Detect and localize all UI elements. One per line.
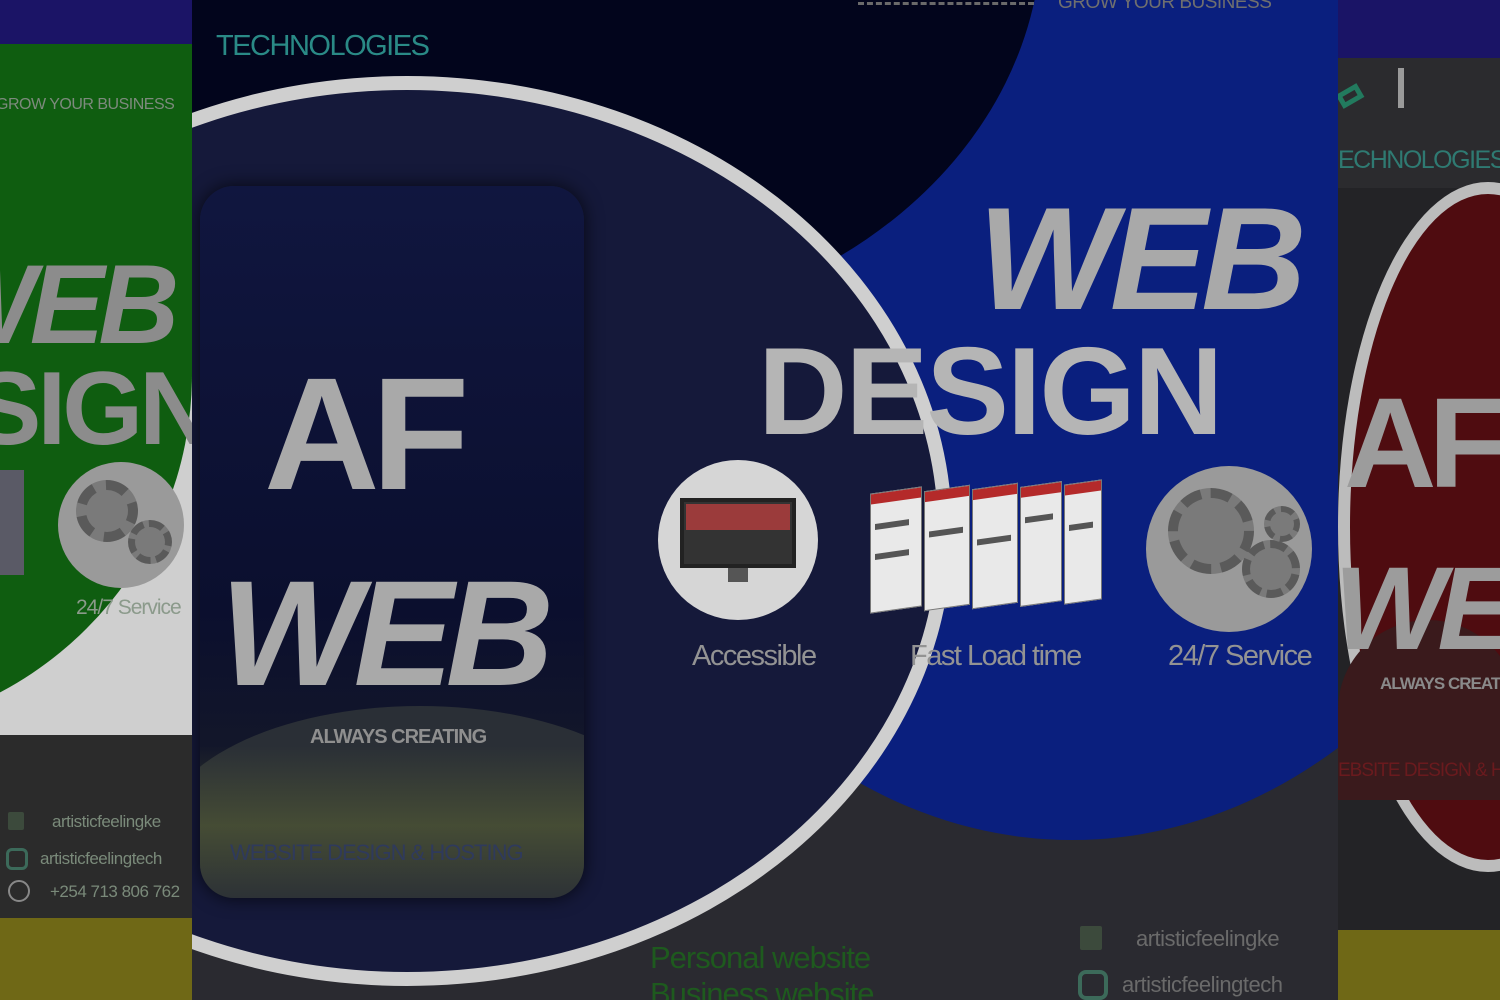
center-contact-instagram: artisticfeelingtech [1122,972,1283,997]
left-flyer: GROW YOUR BUSINESS WEB SIGN 24/7 Service… [0,0,192,1000]
feature-service-label: 24/7 Service [1168,640,1313,672]
facebook-icon [1080,926,1102,950]
left-contact-instagram: artisticfeelingtech [40,849,162,868]
phone-icon [8,880,30,902]
center-contact-facebook: artisticfeelingke [1136,926,1280,951]
left-service-label: 24/7 Service [76,596,182,619]
right-logo-mark: AF [1344,372,1500,515]
phone-logo-mark: AF [264,344,469,523]
gears-icon [58,462,184,588]
brand-name: TECHNOLOGIES [216,30,430,62]
phone-slogan: ALWAYS CREATING [310,726,487,748]
webpages-thumbnail [0,470,24,575]
instagram-icon [6,848,28,870]
left-contact-phone: +254 713 806 762 [50,882,180,901]
feature-accessible-label: Accessible [692,640,817,672]
dashed-divider [858,2,1034,5]
right-caption: EBSITE DESIGN & HOS [1338,760,1500,781]
instagram-icon [1078,970,1108,1000]
top-band [1338,0,1500,58]
headline-design: DESIGN [758,323,1223,461]
left-title-sign: SIGN [0,351,192,467]
center-flyer: TECHNOLOGIES GROW YOUR BUSINESS WEB DESI… [192,0,1338,1000]
center-tagline: GROW YOUR BUSINESS [1058,0,1272,13]
right-logo-word: WE [1338,543,1500,675]
left-tagline: GROW YOUR BUSINESS [0,96,175,113]
monitor-icon [658,460,818,620]
phone-caption: WEBSITE DESIGN & HOSTING [230,840,524,865]
webpages-icon [870,479,1106,620]
phone-horizon-glow [200,746,584,898]
headline-web: WEB [978,177,1307,340]
right-slogan: ALWAYS CREATIN [1380,674,1500,693]
right-flyer: ECHNOLOGIES AF WE ALWAYS CREATIN EBSITE … [1338,0,1500,1000]
yellow-band [1338,930,1500,1000]
facebook-icon [8,812,24,830]
feature-fast-load-label: Fast Load time [910,640,1082,672]
phone-mockup: AF WEB ALWAYS CREATING WEBSITE DESIGN & … [200,186,584,898]
service-personal: Personal website [650,940,871,975]
gears-icon [1146,466,1312,632]
top-band [0,0,192,44]
right-brand-name: ECHNOLOGIES [1338,146,1500,174]
service-business: Business website [650,976,875,1000]
yellow-band [0,918,192,1000]
phone-logo-word: WEB [220,549,554,717]
brand-logo-mark [1338,66,1404,109]
left-contact-facebook: artisticfeelingke [52,812,161,831]
